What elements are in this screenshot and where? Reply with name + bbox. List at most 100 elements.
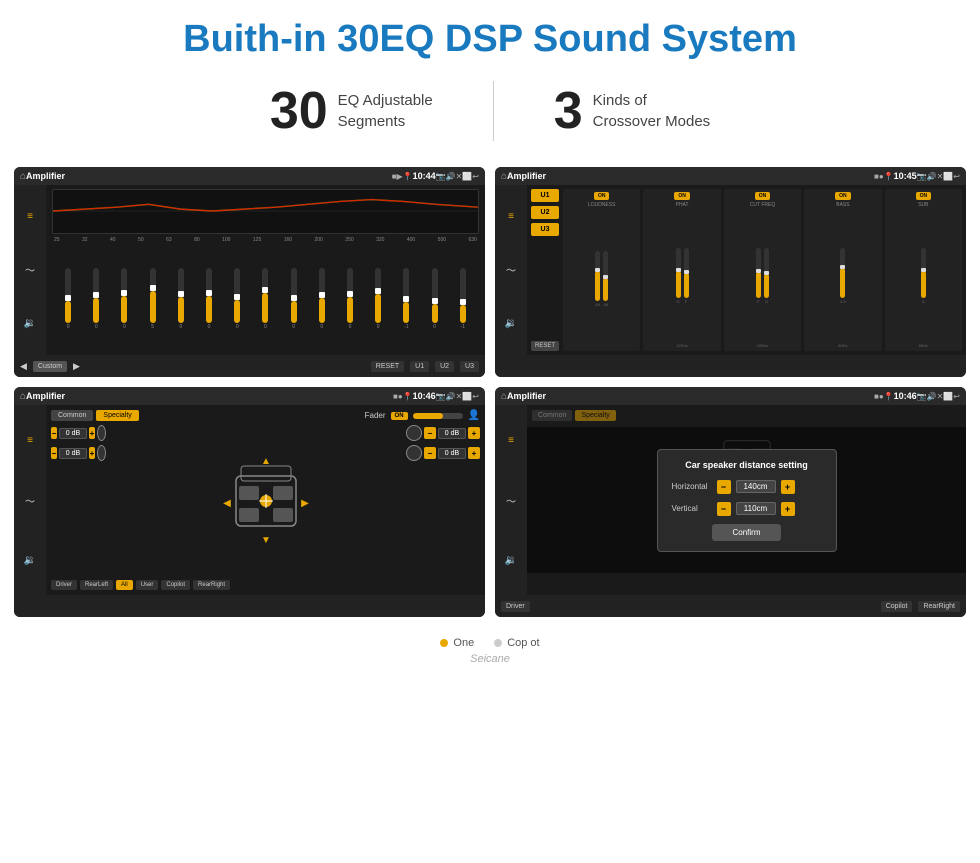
page-dot-2[interactable]: [494, 639, 502, 647]
back-icon-3[interactable]: ↩: [472, 392, 479, 401]
phat-on-btn[interactable]: ON: [674, 192, 690, 200]
volume-down-icon-4[interactable]: 🔉: [505, 555, 517, 566]
crossover-reset-btn[interactable]: RESET: [531, 341, 559, 351]
volume-icon-4[interactable]: 🔊: [927, 392, 937, 401]
copilot-btn[interactable]: Copilot: [161, 580, 190, 590]
vertical-minus-btn[interactable]: −: [717, 502, 731, 516]
close-icon[interactable]: ✕: [456, 172, 463, 181]
eq-slider-11[interactable]: 0: [347, 268, 353, 330]
eq-slider-8[interactable]: 0: [262, 268, 268, 330]
fader-on-toggle[interactable]: ON: [391, 412, 408, 420]
cutfreq-slider-f[interactable]: F: [756, 248, 761, 304]
eq-slider-12[interactable]: 0: [375, 268, 381, 330]
db2-plus-btn[interactable]: +: [89, 447, 95, 459]
eq-slider-10[interactable]: 0: [319, 268, 325, 330]
custom-btn[interactable]: Custom: [33, 361, 67, 372]
camera-icon-2[interactable]: 📷: [917, 172, 927, 181]
eq-slider-4[interactable]: 5: [150, 268, 156, 330]
db4-minus-btn[interactable]: −: [424, 447, 436, 459]
prev-icon[interactable]: ◀: [20, 361, 27, 372]
eq-slider-9[interactable]: 0: [291, 268, 297, 330]
bass-on-btn[interactable]: ON: [835, 192, 851, 200]
fader-track[interactable]: [413, 413, 463, 419]
db1-plus-btn[interactable]: +: [89, 427, 95, 439]
eq-icon-2[interactable]: ≡: [508, 211, 514, 222]
phat-slider-f[interactable]: F: [684, 248, 689, 304]
back-icon[interactable]: ↩: [472, 172, 479, 181]
u2-btn[interactable]: U2: [435, 361, 454, 372]
screen4-rearright-btn[interactable]: RearRight: [918, 601, 960, 612]
back-icon-2[interactable]: ↩: [953, 172, 960, 181]
user-btn[interactable]: User: [136, 580, 159, 590]
eq-slider-5[interactable]: 0: [178, 268, 184, 330]
tab-common[interactable]: Common: [51, 410, 93, 421]
eq-slider-13[interactable]: -1: [403, 268, 409, 330]
back-icon-4[interactable]: ↩: [953, 392, 960, 401]
sub-on-btn[interactable]: ON: [916, 192, 932, 200]
camera-icon-3[interactable]: 📷: [436, 392, 446, 401]
horizontal-minus-btn[interactable]: −: [717, 480, 731, 494]
wave-icon[interactable]: 〜: [25, 262, 35, 277]
wave-icon-3[interactable]: 〜: [25, 493, 35, 508]
close-icon-3[interactable]: ✕: [456, 392, 463, 401]
db4-plus-btn[interactable]: +: [468, 447, 480, 459]
db1-minus-btn[interactable]: −: [51, 427, 57, 439]
camera-icon-4[interactable]: 📷: [917, 392, 927, 401]
volume-icon-2[interactable]: 🔊: [927, 172, 937, 181]
db2-minus-btn[interactable]: −: [51, 447, 57, 459]
eq-slider-15[interactable]: -1: [460, 268, 466, 330]
horizontal-plus-btn[interactable]: +: [781, 480, 795, 494]
all-btn[interactable]: All: [116, 580, 133, 590]
volume-icon-3[interactable]: 🔊: [446, 392, 456, 401]
expand-icon-3[interactable]: ⬜: [462, 392, 472, 401]
volume-down-icon[interactable]: 🔉: [24, 318, 36, 329]
rearright-btn[interactable]: RearRight: [193, 580, 230, 590]
preset-u3[interactable]: U3: [531, 223, 559, 236]
loudness-slider-1[interactable]: 64: [595, 251, 600, 307]
camera-icon[interactable]: 📷: [436, 172, 446, 181]
u1-btn[interactable]: U1: [410, 361, 429, 372]
cutfreq-slider-g[interactable]: G: [764, 248, 769, 304]
eq-slider-2[interactable]: 0: [93, 268, 99, 330]
eq-slider-1[interactable]: 0: [65, 268, 71, 330]
expand-icon[interactable]: ⬜: [462, 172, 472, 181]
phat-slider-g[interactable]: G: [676, 248, 681, 304]
bass-slider[interactable]: 3.0: [840, 248, 846, 304]
confirm-btn[interactable]: Confirm: [712, 524, 780, 541]
person-icon[interactable]: 👤: [468, 410, 480, 421]
rearleft-btn[interactable]: RearLeft: [80, 580, 113, 590]
eq-icon-4[interactable]: ≡: [508, 435, 514, 446]
loudness-slider-2[interactable]: 48: [603, 251, 608, 307]
eq-slider-14[interactable]: 0: [432, 268, 438, 330]
preset-u1[interactable]: U1: [531, 189, 559, 202]
vertical-plus-btn[interactable]: +: [781, 502, 795, 516]
u3-btn[interactable]: U3: [460, 361, 479, 372]
close-icon-2[interactable]: ✕: [937, 172, 944, 181]
expand-icon-2[interactable]: ⬜: [943, 172, 953, 181]
volume-down-icon-2[interactable]: 🔉: [505, 318, 517, 329]
eq-icon-3[interactable]: ≡: [27, 435, 33, 446]
next-icon[interactable]: ▶: [73, 361, 80, 372]
tab-specialty[interactable]: Specialty: [96, 410, 138, 421]
page-dot-1[interactable]: [440, 639, 448, 647]
db3-plus-btn[interactable]: +: [468, 427, 480, 439]
reset-btn[interactable]: RESET: [371, 361, 404, 372]
eq-slider-3[interactable]: 0: [121, 268, 127, 330]
eq-slider-6[interactable]: 0: [206, 268, 212, 330]
volume-icon[interactable]: 🔊: [446, 172, 456, 181]
driver-btn[interactable]: Driver: [51, 580, 77, 590]
preset-u2[interactable]: U2: [531, 206, 559, 219]
loudness-on-btn[interactable]: ON: [594, 192, 610, 200]
cutfreq-on-btn[interactable]: ON: [755, 192, 771, 200]
expand-icon-4[interactable]: ⬜: [943, 392, 953, 401]
wave-icon-4[interactable]: 〜: [506, 493, 516, 508]
screen4-driver-btn[interactable]: Driver: [501, 601, 530, 612]
volume-down-icon-3[interactable]: 🔉: [24, 555, 36, 566]
db3-minus-btn[interactable]: −: [424, 427, 436, 439]
wave-icon-2[interactable]: 〜: [506, 262, 516, 277]
sub-slider[interactable]: G: [921, 248, 926, 304]
eq-icon[interactable]: ≡: [27, 211, 33, 222]
screen4-copilot-btn[interactable]: Copilot: [881, 601, 913, 612]
eq-slider-7[interactable]: 0: [234, 268, 240, 330]
close-icon-4[interactable]: ✕: [937, 392, 944, 401]
